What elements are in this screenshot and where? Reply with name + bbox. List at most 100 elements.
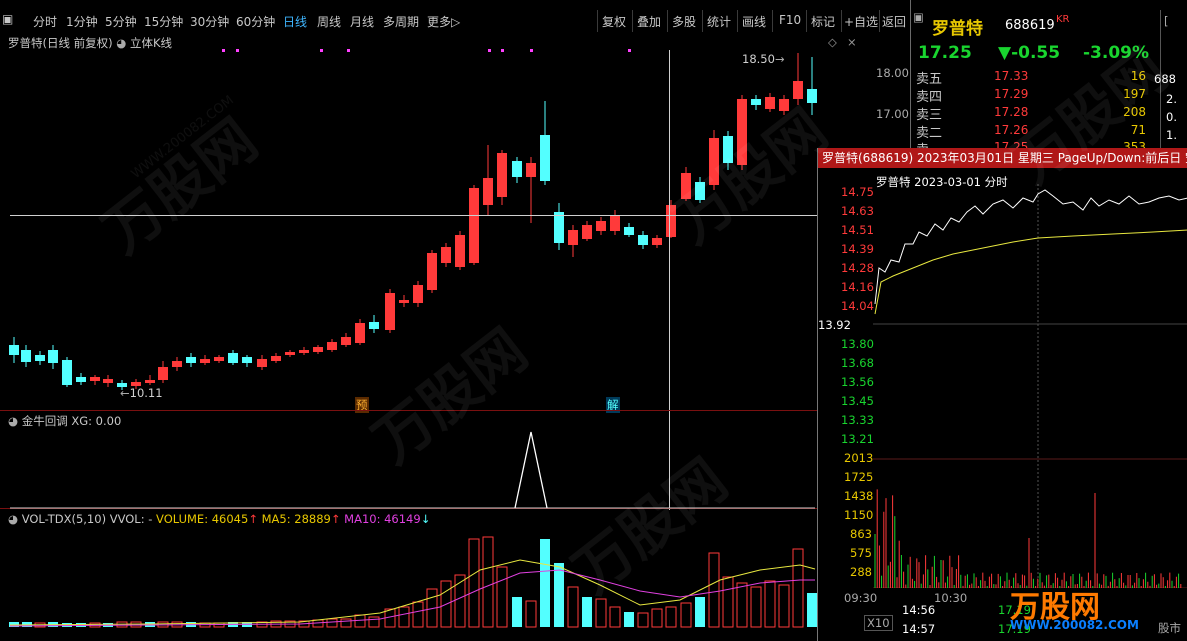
popup-price-axis: 13.68	[841, 356, 874, 370]
popup-vol-axis: 575	[850, 546, 872, 560]
tool-mark-button[interactable]: 标记	[811, 13, 835, 30]
period-tab-more[interactable]: 更多▷	[427, 13, 460, 30]
tool-overlay-button[interactable]: 叠加	[637, 13, 661, 30]
intraday-popup[interactable]: 罗普特(688619) 2023年03月01日 星期三 PageUp/Down:…	[817, 148, 1187, 641]
candle-body	[512, 161, 522, 177]
volume-bar	[722, 576, 734, 628]
period-tab-multi[interactable]: 多周期	[383, 13, 419, 30]
stock-name: 罗普特	[932, 19, 983, 39]
price-axis-label: 17.00	[876, 107, 909, 121]
candle-body	[186, 357, 196, 363]
price-line	[874, 189, 1187, 305]
candle-body	[596, 221, 606, 231]
candle-body	[427, 253, 437, 290]
volume-bar	[778, 584, 790, 628]
candle-body	[48, 350, 58, 363]
candle-body	[369, 322, 379, 329]
popup-vol-axis: 1438	[844, 489, 874, 503]
side-bracket-icon: [	[1164, 14, 1169, 28]
tool-f10-button[interactable]: F10	[779, 13, 801, 27]
popup-price-axis: 14.75	[841, 185, 874, 199]
popup-vol-axis: 863	[850, 527, 872, 541]
candle-body	[9, 345, 19, 355]
signal-dot	[488, 49, 491, 52]
volume-bar	[525, 600, 537, 628]
stock-tag: KR	[1056, 14, 1070, 25]
tool-stats-button[interactable]: 统计	[707, 13, 731, 30]
ask-vol-1: 353	[1123, 140, 1146, 148]
period-tab-15min[interactable]: 15分钟	[144, 13, 183, 30]
popup-zoom-button[interactable]: X10	[864, 615, 893, 631]
period-tab-30min[interactable]: 30分钟	[190, 13, 229, 30]
volume-bar	[807, 593, 817, 627]
popup-price-axis: 13.80	[841, 337, 874, 351]
stock-code: 688619	[1005, 18, 1055, 33]
volume-bar	[736, 582, 748, 628]
candle-body	[341, 337, 351, 345]
price-change: ▼-0.55	[998, 43, 1061, 63]
candle-body	[540, 135, 550, 181]
volume-bar	[368, 616, 380, 628]
candle-body	[35, 355, 45, 361]
period-tab-1min[interactable]: 1分钟	[66, 13, 98, 30]
side-value: 0.	[1166, 110, 1177, 124]
volume-chart	[9, 536, 817, 628]
popup-time-label: 09:30	[844, 591, 878, 605]
volume-bar	[354, 614, 366, 628]
window-icon[interactable]: ▣	[2, 12, 13, 26]
volume-bar	[637, 612, 649, 628]
side-value: 1.	[1166, 128, 1177, 142]
popup-vol-axis: 1150	[844, 508, 874, 522]
ask-level-5: 卖五	[916, 72, 943, 87]
signal-dot	[347, 49, 350, 52]
candle-body	[624, 227, 634, 235]
candle-body	[652, 238, 662, 245]
period-toolbar: ▣ 分时 1分钟 5分钟 15分钟 30分钟 60分钟 日线 周线 月线 多周期…	[0, 10, 910, 32]
volume-bar	[412, 601, 424, 628]
tool-add-favorite-button[interactable]: +自选	[844, 13, 878, 30]
intraday-chart[interactable]	[873, 184, 1187, 588]
signal-dot	[530, 49, 533, 52]
ask-level-4: 卖四	[916, 90, 943, 105]
popup-time-label: 10:30	[934, 591, 968, 605]
tool-multi-stock-button[interactable]: 多股	[672, 13, 696, 30]
popup-title-bar[interactable]: 罗普特(688619) 2023年03月01日 星期三 PageUp/Down:…	[818, 148, 1187, 168]
candle-body	[257, 359, 267, 367]
ask-level-3: 卖三	[916, 108, 943, 123]
period-tab-monthly[interactable]: 月线	[350, 13, 374, 30]
tool-draw-button[interactable]: 画线	[742, 13, 766, 30]
candle-body	[582, 225, 592, 239]
ask-level-1: 卖一	[916, 139, 942, 148]
volume-bar	[554, 563, 564, 627]
period-tab-60min[interactable]: 60分钟	[236, 13, 275, 30]
popup-price-axis: 14.04	[841, 299, 874, 313]
candle-body	[76, 377, 86, 382]
candle-body	[313, 347, 323, 352]
candle-body	[242, 357, 252, 363]
volume-label: ◕ VOL-TDX(5,10) VVOL: - VOLUME: 46045↑ M…	[8, 512, 431, 526]
candle-body	[455, 235, 465, 267]
popup-price-axis: 14.63	[841, 204, 874, 218]
period-tab-daily[interactable]: 日线	[283, 13, 307, 30]
candle-body	[285, 352, 295, 355]
candle-body	[483, 178, 493, 205]
candle-body	[385, 293, 395, 330]
tool-back-button[interactable]: 返回	[882, 13, 906, 30]
candle-body	[158, 367, 168, 380]
menu-icon[interactable]: ▣	[913, 10, 924, 24]
volume-bar	[695, 597, 705, 627]
period-tab-fenshi[interactable]: 分时	[33, 13, 57, 30]
signal-dot	[320, 49, 323, 52]
avg-price-line	[874, 229, 1187, 315]
tool-fuquan-button[interactable]: 复权	[602, 13, 626, 30]
period-tab-weekly[interactable]: 周线	[317, 13, 341, 30]
volume-toggle-icon[interactable]: ◕	[8, 512, 18, 526]
candle-body	[610, 215, 620, 231]
popup-tick-time: 14:57	[902, 622, 936, 636]
popup-price-axis: 14.51	[841, 223, 874, 237]
popup-price-axis: 13.33	[841, 413, 874, 427]
period-tab-5min[interactable]: 5分钟	[105, 13, 137, 30]
last-price: 17.25	[918, 43, 972, 63]
high-price-label: 18.50→	[742, 52, 785, 66]
candle-body	[228, 353, 238, 363]
